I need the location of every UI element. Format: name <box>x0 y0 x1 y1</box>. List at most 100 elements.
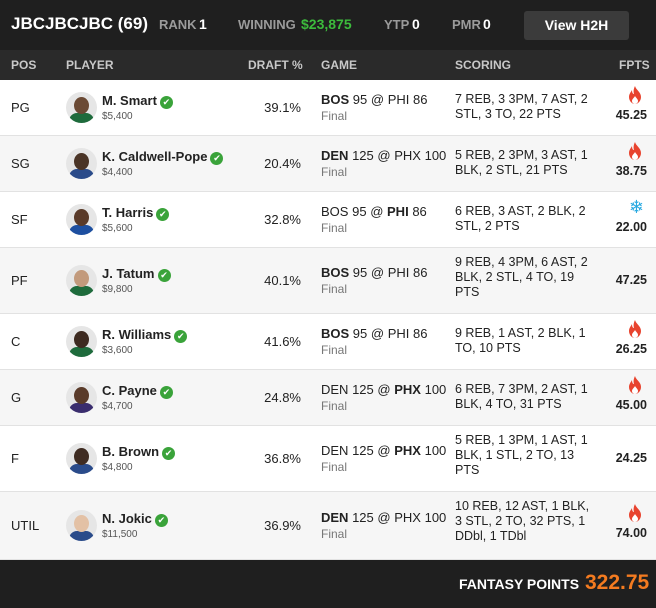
player-name-text: K. Caldwell-Pope <box>102 149 208 164</box>
table-row[interactable]: UTIL N. Jokic ✔ $11,500 36.9% DEN 125 @ PHX 1… <box>0 492 656 560</box>
player-name[interactable]: K. Caldwell-Pope ✔ <box>102 149 224 165</box>
player-position: G <box>11 390 22 405</box>
player-position: UTIL <box>11 518 40 533</box>
scoring-breakdown: 9 REB, 1 AST, 2 BLK, 1 TO, 10 PTS <box>455 326 586 355</box>
player-name[interactable]: C. Payne ✔ <box>102 383 173 399</box>
home-team: PHX <box>394 443 421 458</box>
table-row[interactable]: C R. Williams ✔ $3,600 41.6% BOS 95 @ PHI 86 F… <box>0 314 656 370</box>
scoring-breakdown: 6 REB, 3 AST, 2 BLK, 2 STL, 2 PTS <box>455 204 586 233</box>
view-h2h-button[interactable]: View H2H <box>524 11 629 40</box>
player-salary: $4,800 <box>102 462 133 473</box>
ytp-value: 0 <box>412 16 420 32</box>
home-score: 86 <box>412 204 427 219</box>
draft-percent: 24.8% <box>264 390 301 405</box>
winning-label: WINNING <box>238 17 296 32</box>
draft-percent: 20.4% <box>264 156 301 171</box>
away-score: 125 <box>352 510 374 525</box>
player-name-text: B. Brown <box>102 444 160 459</box>
scoring-breakdown: 9 REB, 4 3PM, 6 AST, 2 BLK, 2 STL, 4 TO,… <box>455 255 588 299</box>
home-score: 100 <box>424 148 447 163</box>
at-symbol: @ <box>377 382 391 397</box>
home-score: 86 <box>413 326 428 341</box>
table-row[interactable]: PF J. Tatum ✔ $9,800 40.1% BOS 95 @ PHI 86 Fin… <box>0 248 656 314</box>
col-scoring: SCORING <box>455 58 512 72</box>
at-symbol: @ <box>370 204 384 219</box>
player-salary: $9,800 <box>102 284 133 295</box>
away-team: DEN <box>321 148 349 163</box>
fantasy-points: 26.25 <box>615 342 647 356</box>
player-name[interactable]: J. Tatum ✔ <box>102 266 171 282</box>
col-player: PLAYER <box>66 58 114 72</box>
player-position: C <box>11 334 21 349</box>
checkmark-icon: ✔ <box>159 386 173 399</box>
game-status: Final <box>321 527 348 541</box>
player-name[interactable]: R. Williams ✔ <box>102 327 188 343</box>
ytp-label: YTP <box>384 17 410 32</box>
checkmark-icon: ✔ <box>156 208 170 221</box>
table-row[interactable]: F B. Brown ✔ $4,800 36.8% DEN 125 @ PHX 100 Fi… <box>0 426 656 492</box>
game-status: Final <box>321 460 348 474</box>
table-row[interactable]: G C. Payne ✔ $4,700 24.8% DEN 125 @ PHX 100 Fi… <box>0 370 656 426</box>
player-avatar <box>66 443 97 474</box>
draft-percent: 36.9% <box>264 518 301 533</box>
fire-icon <box>629 320 641 338</box>
winning-value: $23,875 <box>301 16 352 32</box>
game-matchup: BOS 95 @ PHI 86 <box>321 326 427 341</box>
home-team: PHI <box>387 265 410 280</box>
game-status: Final <box>321 343 348 357</box>
player-position: PF <box>11 273 28 288</box>
player-salary: $5,600 <box>102 223 133 234</box>
away-team: BOS <box>321 326 350 341</box>
table-row[interactable]: SF T. Harris ✔ $5,600 32.8% BOS 95 @ PHI 86 Fi… <box>0 192 656 248</box>
checkmark-icon: ✔ <box>162 447 176 460</box>
fantasy-points-total: 322.75 <box>585 571 650 594</box>
draft-percent: 40.1% <box>264 273 301 288</box>
player-name-text: N. Jokic <box>102 511 152 526</box>
away-score: 95 <box>352 204 367 219</box>
fire-icon <box>629 376 641 394</box>
rank-value: 1 <box>199 16 207 32</box>
at-symbol: @ <box>370 326 385 341</box>
player-avatar <box>66 148 97 179</box>
game-status: Final <box>321 282 348 296</box>
player-avatar <box>66 92 97 123</box>
table-row[interactable]: PG M. Smart ✔ $5,400 39.1% BOS 95 @ PHI 86 Fin… <box>0 80 656 136</box>
away-team: BOS <box>321 204 349 219</box>
player-position: F <box>11 451 19 466</box>
away-score: 95 <box>352 92 368 107</box>
player-name[interactable]: T. Harris ✔ <box>102 205 170 221</box>
scoring-breakdown: 6 REB, 7 3PM, 2 AST, 1 BLK, 4 TO, 31 PTS <box>455 382 588 411</box>
summary-bar: JBCJBCJBC (69) RANK 1 WINNING $23,875 YT… <box>0 0 656 50</box>
col-game: GAME <box>321 58 357 72</box>
player-name[interactable]: B. Brown ✔ <box>102 444 176 460</box>
checkmark-icon: ✔ <box>157 269 171 282</box>
at-symbol: @ <box>377 510 391 525</box>
game-status: Final <box>321 399 348 413</box>
fantasy-points: 74.00 <box>615 526 647 540</box>
player-name[interactable]: M. Smart ✔ <box>102 93 173 109</box>
scoring-breakdown: 10 REB, 12 AST, 1 BLK, 3 STL, 2 TO, 32 P… <box>455 499 590 543</box>
snowflake-icon: ❄ <box>628 197 644 217</box>
at-symbol: @ <box>377 148 391 163</box>
player-position: SF <box>11 212 28 227</box>
player-name-text: C. Payne <box>102 383 157 398</box>
fantasy-points: 45.25 <box>615 108 647 122</box>
game-status: Final <box>321 221 348 235</box>
home-team: PHI <box>387 326 410 341</box>
home-score: 100 <box>424 382 447 397</box>
fantasy-points: 47.25 <box>615 273 647 287</box>
team-name: JBCJBCJBC (69) <box>11 14 148 33</box>
table-row[interactable]: SG K. Caldwell-Pope ✔ $4,400 20.4% DEN 125 @ … <box>0 136 656 192</box>
pmr-label: PMR <box>452 17 481 32</box>
draft-percent: 36.8% <box>264 451 301 466</box>
game-matchup: DEN 125 @ PHX 100 <box>321 443 446 458</box>
checkmark-icon: ✔ <box>174 330 188 343</box>
game-matchup: DEN 125 @ PHX 100 <box>321 148 446 163</box>
scoring-breakdown: 5 REB, 2 3PM, 3 AST, 1 BLK, 2 STL, 21 PT… <box>455 148 588 177</box>
fire-icon <box>629 86 641 104</box>
at-symbol: @ <box>377 443 391 458</box>
game-matchup: DEN 125 @ PHX 100 <box>321 382 446 397</box>
player-name[interactable]: N. Jokic ✔ <box>102 511 168 527</box>
home-score: 100 <box>424 510 447 525</box>
away-score: 125 <box>352 382 374 397</box>
